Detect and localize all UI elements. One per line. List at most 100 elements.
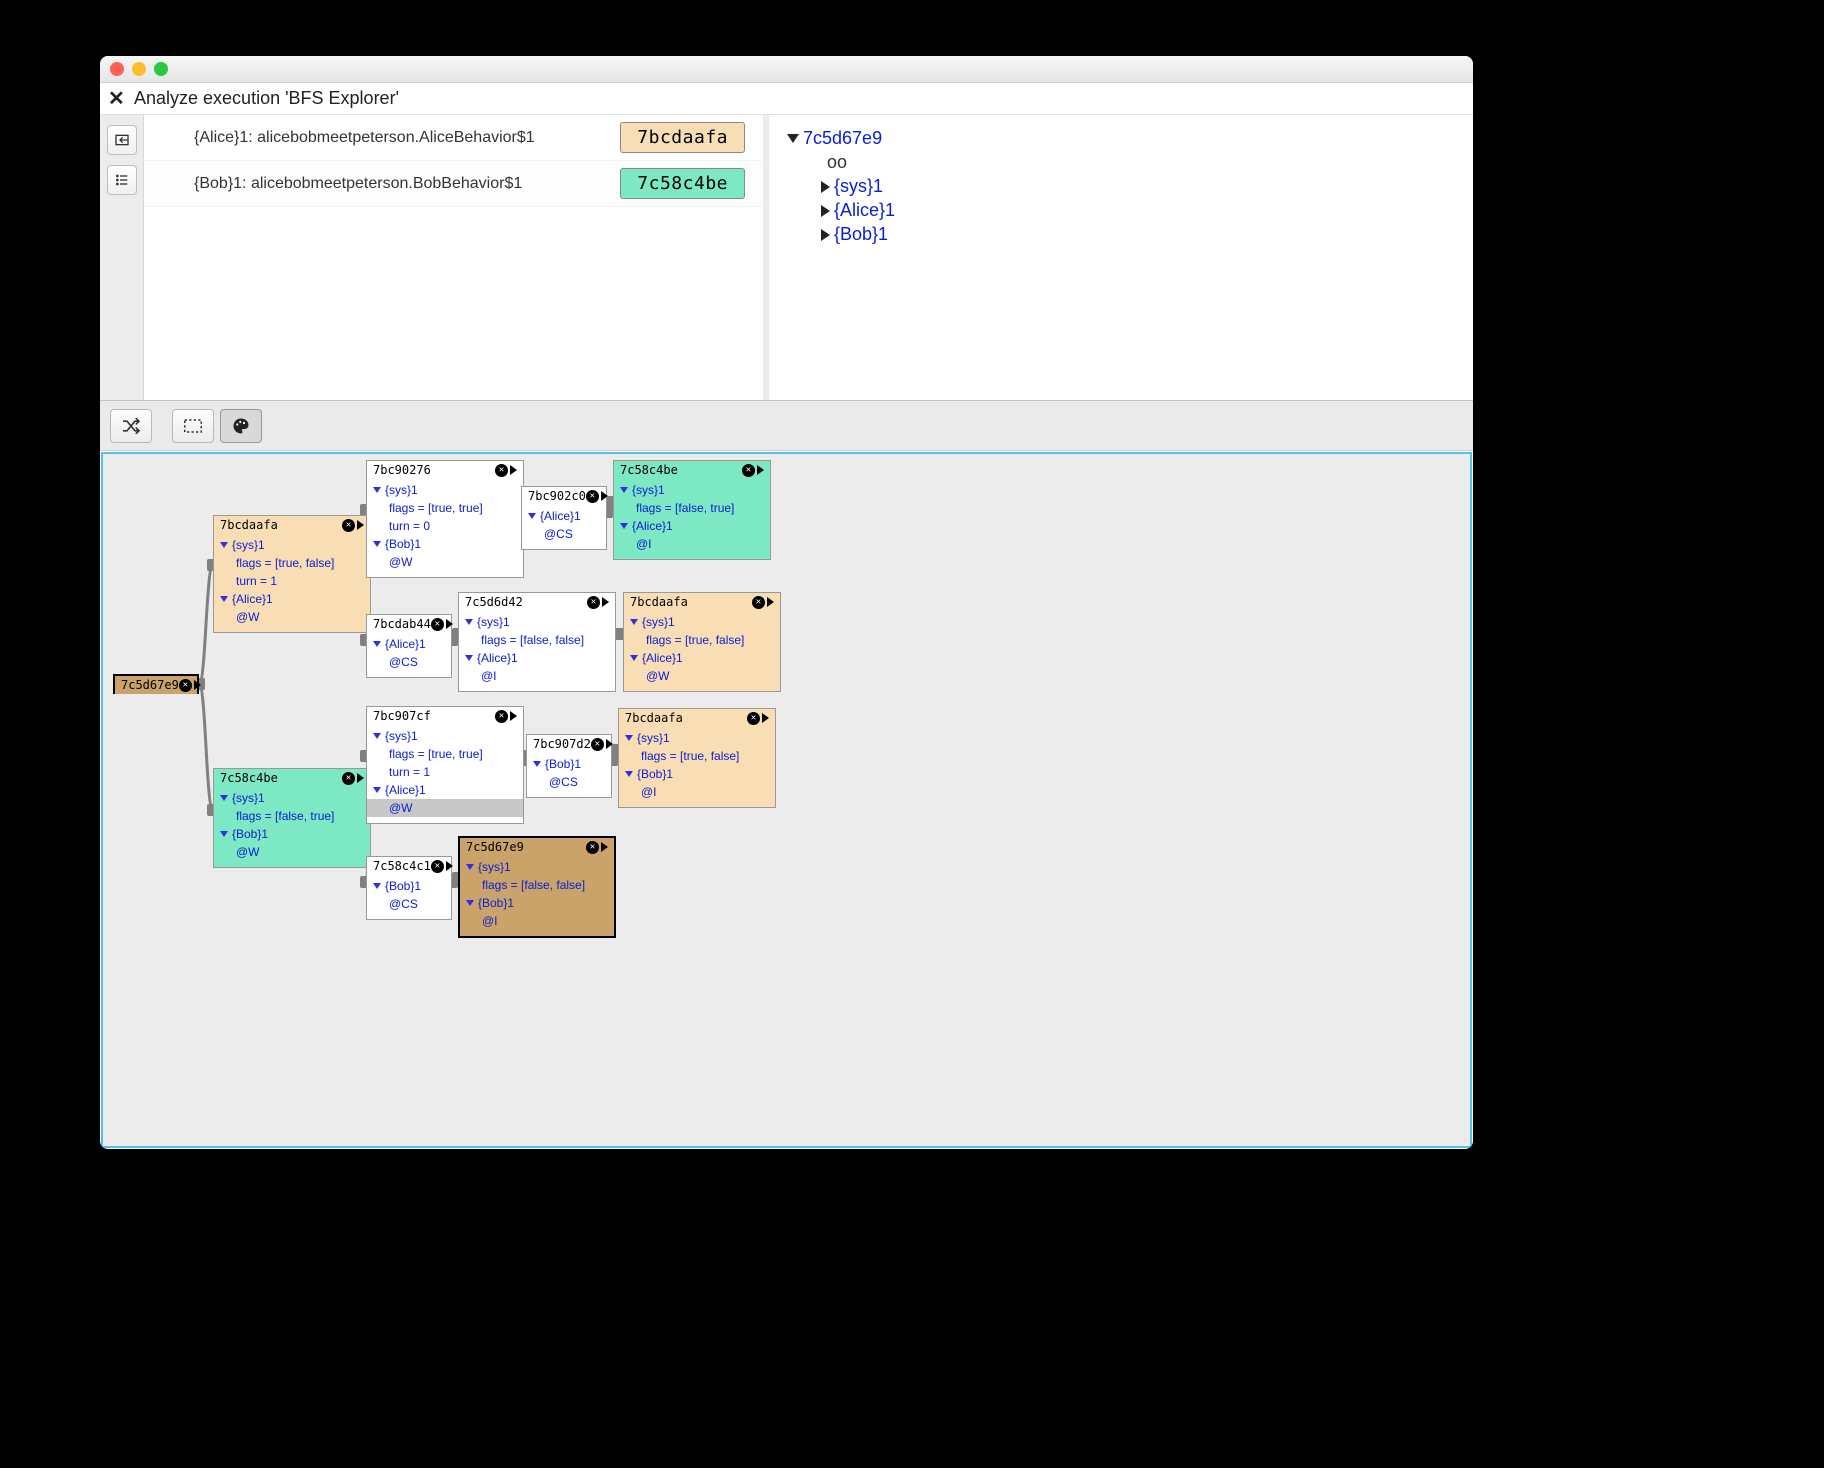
state-body: {sys}1flags = [false, false]{Alice}1@I	[459, 611, 615, 691]
chevron-down-icon[interactable]	[787, 134, 799, 143]
state-line: {Bob}1	[466, 894, 608, 912]
minimize-icon[interactable]	[132, 62, 146, 76]
node-expand-icon[interactable]	[510, 465, 517, 475]
node-close-icon[interactable]: ✕	[431, 618, 444, 631]
state-node[interactable]: 7c58c4c1✕{Bob}1@CS	[366, 856, 452, 920]
state-node[interactable]: 7c58c4be✕{sys}1flags = [false, true]{Bob…	[213, 768, 371, 868]
state-line: @I	[481, 667, 609, 685]
state-line: turn = 0	[389, 517, 517, 535]
state-line: @CS	[544, 525, 600, 543]
node-expand-icon[interactable]	[601, 491, 608, 501]
state-line: flags = [false, true]	[236, 807, 364, 825]
node-expand-icon[interactable]	[601, 842, 608, 852]
state-node[interactable]: 7c5d67e9✕{sys}1flags = [false, false]{Bo…	[458, 836, 616, 938]
state-line: {sys}1	[373, 727, 517, 745]
node-close-icon[interactable]: ✕	[747, 712, 760, 725]
state-line: {Alice}1	[630, 649, 774, 667]
thread-row[interactable]: {Bob}1: alicebobmeetpeterson.BobBehavior…	[144, 161, 763, 207]
left-tool-gutter	[100, 115, 144, 400]
node-expand-icon[interactable]	[757, 465, 764, 475]
list-icon[interactable]	[107, 165, 137, 195]
state-node[interactable]: 7bcdaafa✕{sys}1flags = [true, false]{Ali…	[623, 592, 781, 692]
state-line: @CS	[389, 653, 445, 671]
state-line: @CS	[389, 895, 445, 913]
tree-item[interactable]: {sys}1	[821, 176, 1455, 197]
state-node[interactable]: 7c5d6d42✕{sys}1flags = [false, false]{Al…	[458, 592, 616, 692]
node-close-icon[interactable]: ✕	[495, 464, 508, 477]
state-node[interactable]: 7bcdaafa✕{sys}1flags = [true, false]turn…	[213, 515, 371, 633]
state-body: {Bob}1@CS	[367, 875, 451, 919]
window-title: Analyze execution 'BFS Explorer'	[134, 88, 399, 109]
node-expand-icon[interactable]	[606, 739, 613, 749]
state-line: {Bob}1	[220, 825, 364, 843]
state-line: flags = [false, false]	[481, 631, 609, 649]
node-close-icon[interactable]: ✕	[587, 596, 600, 609]
state-line: flags = [false, true]	[636, 499, 764, 517]
state-body: {sys}1flags = [false, true]{Alice}1@I	[614, 479, 770, 559]
state-body: {sys}1flags = [false, false]{Bob}1@I	[460, 856, 614, 936]
state-body: {Alice}1@CS	[522, 505, 606, 549]
node-expand-icon[interactable]	[767, 597, 774, 607]
tree-item[interactable]: {Bob}1	[821, 224, 1455, 245]
node-close-icon[interactable]: ✕	[752, 596, 765, 609]
close-icon[interactable]	[110, 62, 124, 76]
palette-button[interactable]	[220, 409, 262, 443]
node-expand-icon[interactable]	[357, 773, 364, 783]
state-node[interactable]: 7bc902c0✕{Alice}1@CS	[521, 486, 607, 550]
tree-root[interactable]: 7c5d67e9	[787, 128, 1455, 149]
tree-item[interactable]: {Alice}1	[821, 200, 1455, 221]
state-line: @W	[646, 667, 774, 685]
chevron-right-icon[interactable]	[821, 181, 830, 193]
node-close-icon[interactable]: ✕	[586, 841, 599, 854]
node-close-icon[interactable]: ✕	[586, 490, 599, 503]
node-close-icon[interactable]: ✕	[431, 860, 444, 873]
state-body: {Alice}1@CS	[367, 633, 451, 677]
chevron-right-icon[interactable]	[821, 229, 830, 241]
close-tab-icon[interactable]: ✕	[108, 89, 128, 109]
thread-hash-chip[interactable]: 7c58c4be	[620, 168, 745, 199]
node-expand-icon[interactable]	[446, 619, 453, 629]
thread-row[interactable]: {Alice}1: alicebobmeetpeterson.AliceBeha…	[144, 115, 763, 161]
shuffle-layout-button[interactable]	[110, 409, 152, 443]
node-close-icon[interactable]: ✕	[342, 519, 355, 532]
analyzer-window: ✕ Analyze execution 'BFS Explorer' {Alic…	[100, 56, 1473, 1149]
graph-toolbar	[100, 401, 1473, 451]
tree-item-label: {Bob}1	[834, 224, 888, 245]
chevron-right-icon[interactable]	[821, 205, 830, 217]
state-hash: 7bc907cf	[373, 709, 431, 723]
state-body: {sys}1flags = [true, false]{Alice}1@W	[624, 611, 780, 691]
node-close-icon[interactable]: ✕	[591, 738, 604, 751]
node-close-icon[interactable]: ✕	[742, 464, 755, 477]
node-expand-icon[interactable]	[510, 711, 517, 721]
node-close-icon[interactable]: ✕	[495, 710, 508, 723]
state-node[interactable]: 7bc907cf✕{sys}1flags = [true, true]turn …	[366, 706, 524, 824]
node-expand-icon[interactable]	[357, 520, 364, 530]
import-icon[interactable]	[107, 125, 137, 155]
node-close-icon[interactable]: ✕	[342, 772, 355, 785]
node-expand-icon[interactable]	[446, 861, 453, 871]
state-tree-panel: 7c5d67e9 oo {sys}1{Alice}1{Bob}1	[769, 115, 1473, 400]
state-node[interactable]: 7bc90276✕{sys}1flags = [true, true]turn …	[366, 460, 524, 578]
state-line: flags = [true, true]	[389, 745, 517, 763]
state-line: {Bob}1	[373, 535, 517, 553]
state-node[interactable]: 7bc907d2✕{Bob}1@CS	[526, 734, 612, 798]
state-node[interactable]: 7bcdab44✕{Alice}1@CS	[366, 614, 452, 678]
state-node[interactable]: 7bcdaafa✕{sys}1flags = [true, false]{Bob…	[618, 708, 776, 808]
graph-canvas[interactable]: 7c5d67e9✕7bcdaafa✕{sys}1flags = [true, f…	[101, 452, 1472, 1148]
node-close-icon[interactable]: ✕	[179, 679, 192, 692]
titlebar[interactable]	[100, 56, 1473, 83]
zoom-icon[interactable]	[154, 62, 168, 76]
state-node[interactable]: 7c58c4be✕{sys}1flags = [false, true]{Ali…	[613, 460, 771, 560]
state-hash: 7c5d67e9	[121, 678, 179, 692]
marquee-select-button[interactable]	[172, 409, 214, 443]
state-body: {sys}1flags = [false, true]{Bob}1@W	[214, 787, 370, 867]
node-expand-icon[interactable]	[762, 713, 769, 723]
state-body: {sys}1flags = [true, true]turn = 0{Bob}1…	[367, 479, 523, 577]
node-expand-icon[interactable]	[194, 680, 201, 690]
state-line: {Alice}1	[373, 635, 445, 653]
thread-hash-chip[interactable]: 7bcdaafa	[620, 122, 745, 153]
state-node[interactable]: 7c5d67e9✕	[113, 674, 199, 694]
state-line: @CS	[549, 773, 605, 791]
node-expand-icon[interactable]	[602, 597, 609, 607]
state-line: @W	[389, 553, 517, 571]
